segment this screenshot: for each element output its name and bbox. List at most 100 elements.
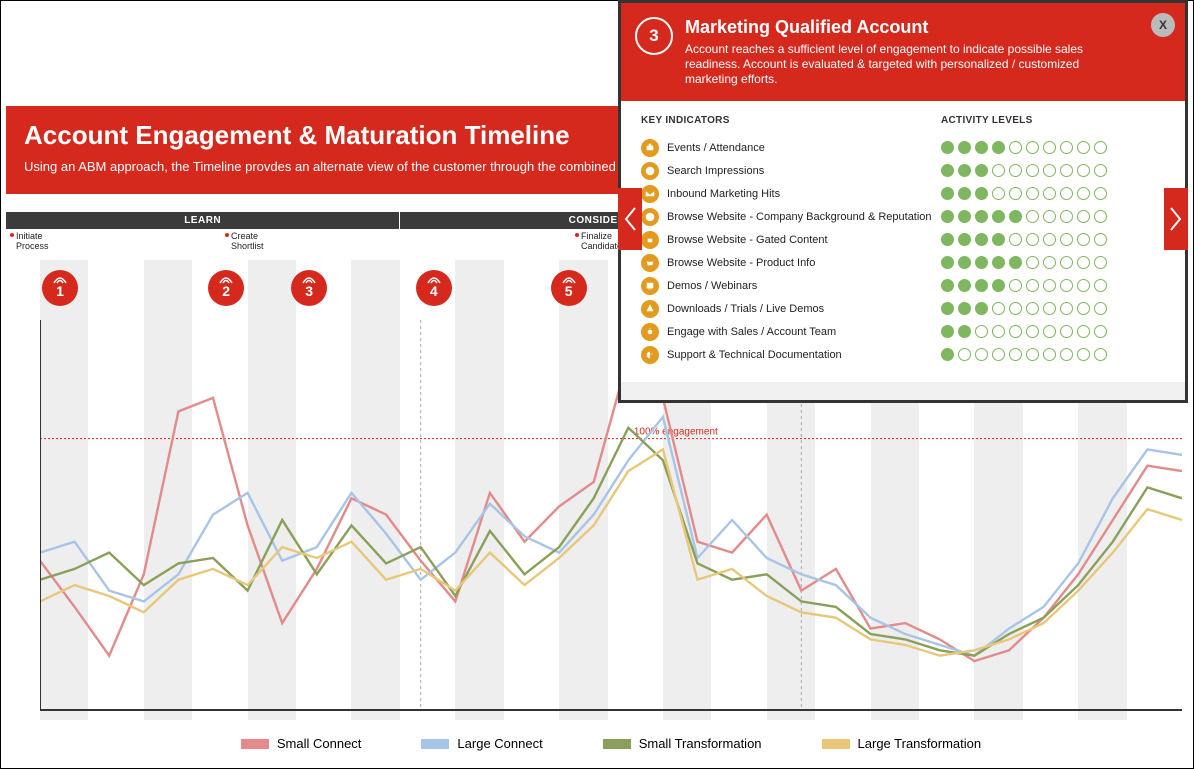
indicator-icon — [641, 231, 659, 249]
level-dot — [1043, 302, 1056, 315]
level-dot — [975, 302, 988, 315]
next-arrow-button[interactable] — [1164, 188, 1188, 250]
level-dot — [992, 141, 1005, 154]
level-dot — [941, 256, 954, 269]
level-dot — [1043, 187, 1056, 200]
level-dot — [992, 325, 1005, 338]
phase-learn[interactable]: LEARN — [6, 212, 400, 229]
modal-footer — [621, 382, 1185, 400]
indicator-icon — [641, 162, 659, 180]
level-dot — [992, 187, 1005, 200]
activity-level-dots — [941, 343, 1165, 366]
phase-sublabel: InitiateProcess — [16, 231, 49, 251]
indicator-icon — [641, 254, 659, 272]
level-dot — [1043, 141, 1056, 154]
level-dot — [1094, 348, 1107, 361]
level-dot — [1026, 302, 1039, 315]
indicator-icon — [641, 346, 659, 364]
level-dot — [1009, 141, 1022, 154]
stage-badge-4[interactable]: 4 — [416, 270, 452, 306]
level-dot — [1077, 233, 1090, 246]
level-dot — [992, 210, 1005, 223]
level-dot — [1060, 233, 1073, 246]
level-dot — [1094, 302, 1107, 315]
activity-level-dots — [941, 159, 1165, 182]
indicator-label: Engage with Sales / Account Team — [667, 326, 836, 338]
level-dot — [1094, 210, 1107, 223]
indicator-row: Downloads / Trials / Live Demos — [641, 297, 941, 320]
level-dot — [1077, 141, 1090, 154]
indicator-row: Browse Website - Product Info — [641, 251, 941, 274]
key-indicators-heading: KEY INDICATORS — [641, 115, 941, 126]
indicator-label: Browse Website - Gated Content — [667, 234, 828, 246]
level-dot — [1077, 164, 1090, 177]
stage-badge-1[interactable]: 1 — [42, 270, 78, 306]
level-dot — [975, 279, 988, 292]
level-dot — [1094, 141, 1107, 154]
indicator-label: Support & Technical Documentation — [667, 349, 842, 361]
level-dot — [1026, 233, 1039, 246]
indicator-row: Inbound Marketing Hits — [641, 182, 941, 205]
activity-level-dots — [941, 297, 1165, 320]
stage-detail-modal: 3 Marketing Qualified Account Account re… — [618, 0, 1188, 403]
level-dot — [941, 187, 954, 200]
level-dot — [958, 302, 971, 315]
level-dot — [1077, 325, 1090, 338]
stage-badge-3[interactable]: 3 — [291, 270, 327, 306]
level-dot — [1026, 210, 1039, 223]
indicator-label: Demos / Webinars — [667, 280, 757, 292]
legend-item: Large Connect — [421, 736, 542, 751]
level-dot — [958, 210, 971, 223]
modal-title: Marketing Qualified Account — [685, 17, 1133, 38]
level-dot — [1060, 187, 1073, 200]
close-button[interactable]: X — [1151, 13, 1175, 37]
level-dot — [1094, 164, 1107, 177]
activity-level-dots — [941, 251, 1165, 274]
indicator-label: Search Impressions — [667, 165, 764, 177]
indicator-row: Browse Website - Gated Content — [641, 228, 941, 251]
activity-levels-heading: ACTIVITY LEVELS — [941, 115, 1165, 126]
level-dot — [975, 348, 988, 361]
level-dot — [1043, 279, 1056, 292]
level-dot — [958, 164, 971, 177]
level-dot — [975, 164, 988, 177]
level-dot — [1094, 256, 1107, 269]
prev-arrow-button[interactable] — [618, 188, 642, 250]
chart-legend: Small ConnectLarge ConnectSmall Transfor… — [40, 728, 1182, 758]
indicator-icon — [641, 208, 659, 226]
indicator-label: Events / Attendance — [667, 142, 765, 154]
level-dot — [1009, 302, 1022, 315]
indicator-icon — [641, 323, 659, 341]
level-dot — [1009, 256, 1022, 269]
level-dot — [1060, 302, 1073, 315]
level-dot — [992, 302, 1005, 315]
level-dot — [992, 164, 1005, 177]
level-dot — [958, 187, 971, 200]
activity-level-dots — [941, 136, 1165, 159]
level-dot — [975, 210, 988, 223]
level-dot — [1043, 210, 1056, 223]
level-dot — [1077, 279, 1090, 292]
level-dot — [1026, 256, 1039, 269]
indicator-row: Browse Website - Company Background & Re… — [641, 205, 941, 228]
level-dot — [941, 164, 954, 177]
level-dot — [1009, 210, 1022, 223]
level-dot — [1009, 325, 1022, 338]
activity-level-dots — [941, 274, 1165, 297]
modal-stage-number: 3 — [635, 17, 673, 55]
level-dot — [1026, 279, 1039, 292]
level-dot — [1077, 348, 1090, 361]
indicator-label: Browse Website - Product Info — [667, 257, 815, 269]
level-dot — [941, 325, 954, 338]
stage-badge-5[interactable]: 5 — [551, 270, 587, 306]
stage-badge-2[interactable]: 2 — [208, 270, 244, 306]
level-dot — [1060, 348, 1073, 361]
indicator-icon — [641, 139, 659, 157]
modal-header: 3 Marketing Qualified Account Account re… — [621, 3, 1185, 101]
level-dot — [975, 233, 988, 246]
indicator-row: Search Impressions — [641, 159, 941, 182]
level-dot — [1009, 279, 1022, 292]
level-dot — [1043, 325, 1056, 338]
level-dot — [1043, 256, 1056, 269]
level-dot — [958, 348, 971, 361]
